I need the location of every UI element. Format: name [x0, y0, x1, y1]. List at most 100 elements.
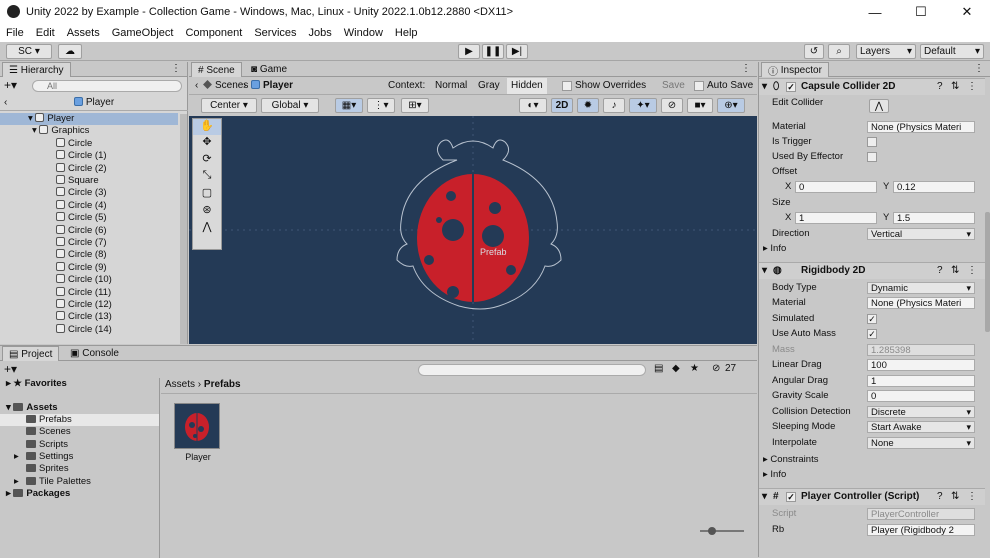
linear-drag-field[interactable]: 100 — [867, 359, 975, 371]
toggle-2d-button[interactable]: 2D — [551, 98, 573, 113]
tab-game[interactable]: ◙ Game — [245, 62, 293, 77]
minimize-button[interactable]: — — [852, 0, 898, 24]
search-icon[interactable]: ⌕ — [828, 44, 850, 59]
direction-dropdown[interactable]: Vertical — [867, 228, 975, 240]
hierarchy-item[interactable]: ▾ Player — [0, 113, 178, 125]
hidden-count-icon[interactable]: ⊘ — [712, 363, 720, 374]
offset-y-field[interactable]: 0.12 — [893, 181, 975, 193]
body-type-dropdown[interactable]: Dynamic — [867, 282, 975, 294]
edit-collider-tool-icon[interactable]: ⋀ — [193, 220, 221, 237]
component-menu-icon[interactable]: ⋮ — [967, 79, 977, 95]
expand-arrow-icon[interactable]: ▸ — [14, 451, 19, 463]
layers-dropdown[interactable]: Layers ▾ — [856, 44, 916, 59]
hidden-objects-icon[interactable]: ⊘ — [661, 98, 683, 113]
layout-dropdown[interactable]: Default ▾ — [920, 44, 984, 59]
cloud-icon[interactable]: ☁ — [58, 44, 82, 59]
tab-scene[interactable]: # Scene — [191, 62, 242, 77]
used-by-effector-checkbox[interactable] — [867, 152, 877, 162]
capsule-material-field[interactable]: None (Physics Materi — [867, 121, 975, 133]
hierarchy-item[interactable]: ▾ Graphics — [32, 125, 168, 137]
help-icon[interactable]: ? — [937, 489, 943, 505]
menu-window[interactable]: Window — [338, 27, 389, 39]
menu-assets[interactable]: Assets — [61, 27, 106, 39]
expand-arrow-icon[interactable]: ▾ — [28, 113, 35, 124]
controller-enabled-checkbox[interactable]: ✓ — [786, 492, 796, 502]
folder-prefabs[interactable]: Prefabs — [0, 414, 159, 426]
player-controller-header[interactable]: ▾ # ✓ Player Controller (Script) ? ⇅ ⋮ — [759, 488, 985, 505]
hierarchy-item[interactable]: Circle (13) — [56, 311, 178, 323]
edit-collider-button[interactable]: ⋀ — [869, 99, 889, 113]
hierarchy-item[interactable]: Circle (10) — [56, 274, 178, 286]
size-y-field[interactable]: 1.5 — [893, 212, 975, 224]
breadcrumb-prefabs[interactable]: Prefabs — [204, 379, 241, 390]
breadcrumb-assets[interactable]: Assets — [165, 379, 195, 390]
close-button[interactable]: ✕ — [944, 0, 990, 24]
asset-player-prefab[interactable]: Player — [174, 403, 222, 463]
grid-snap-icon[interactable]: ▦▾ — [335, 98, 363, 113]
folder-scripts[interactable]: Scripts — [0, 439, 159, 451]
account-dropdown[interactable]: SC ▾ — [6, 44, 52, 59]
folder-tile-palettes[interactable]: ▸ Tile Palettes — [0, 476, 159, 488]
folder-sprites[interactable]: Sprites — [0, 463, 159, 475]
pause-button[interactable]: ❚❚ — [482, 44, 504, 59]
save-button[interactable]: Save — [662, 78, 685, 94]
collapse-arrow-icon[interactable]: ▾ — [762, 489, 767, 505]
menu-component[interactable]: Component — [179, 27, 248, 39]
use-auto-mass-checkbox[interactable]: ✓ — [867, 329, 877, 339]
audio-icon[interactable]: ♪ — [603, 98, 625, 113]
hierarchy-item[interactable]: Circle (11) — [56, 286, 178, 299]
more-options-icon[interactable]: ⋮ — [974, 63, 984, 74]
snap-increment-icon[interactable]: ⋮▾ — [367, 98, 395, 113]
auto-save-checkbox[interactable] — [694, 81, 704, 91]
rotate-tool-icon[interactable]: ⟳ — [193, 152, 221, 169]
sleeping-mode-dropdown[interactable]: Start Awake — [867, 421, 975, 433]
folder-settings[interactable]: ▸ Settings — [0, 451, 159, 463]
pivot-dropdown[interactable]: Center ▾ — [201, 98, 257, 113]
hierarchy-scrollbar[interactable] — [180, 114, 187, 344]
rb-info-foldout[interactable]: ▸ Info — [763, 468, 786, 482]
more-options-icon[interactable]: ⋮ — [171, 63, 181, 74]
tab-hierarchy[interactable]: ☰ Hierarchy — [2, 62, 71, 77]
lighting-icon[interactable]: ✹ — [577, 98, 599, 113]
mode-hidden[interactable]: Hidden — [507, 78, 547, 94]
constraints-foldout[interactable]: ▸ Constraints — [763, 453, 818, 467]
favorite-icon[interactable]: ★ — [690, 363, 699, 374]
size-x-field[interactable]: 1 — [795, 212, 877, 224]
ladybug-sprite[interactable] — [396, 139, 562, 310]
hierarchy-item[interactable]: Circle (7) — [56, 237, 178, 249]
zoom-slider[interactable] — [700, 527, 744, 535]
maximize-button[interactable]: ☐ — [898, 0, 944, 24]
collapse-arrow-icon[interactable]: ▾ — [762, 263, 767, 279]
tab-project[interactable]: ▤ Project — [2, 346, 60, 361]
collision-detection-dropdown[interactable]: Discrete — [867, 406, 975, 418]
effects-icon[interactable]: ✦▾ — [629, 98, 657, 113]
tree-packages[interactable]: ▸ Packages — [6, 488, 70, 500]
inspector-scrollbar[interactable] — [985, 212, 990, 332]
capsule-info-foldout[interactable]: ▸ Info — [763, 242, 786, 256]
preset-icon[interactable]: ⇅ — [951, 489, 959, 505]
menu-edit[interactable]: Edit — [30, 27, 61, 39]
filter-label-icon[interactable]: ◆ — [672, 363, 680, 374]
space-dropdown[interactable]: Global ▾ — [261, 98, 319, 113]
capsule-collider-header[interactable]: ▾ ⬯ ✓ Capsule Collider 2D ? ⇅ ⋮ — [759, 78, 985, 95]
transform-tool-icon[interactable]: ⊛ — [193, 203, 221, 220]
preset-icon[interactable]: ⇅ — [951, 79, 959, 95]
rigidbody-header[interactable]: ▾ ◍ Rigidbody 2D ? ⇅ ⋮ — [759, 262, 985, 279]
tab-console[interactable]: ▣ Console — [64, 346, 125, 361]
step-button[interactable]: ▶| — [506, 44, 528, 59]
folder-scenes[interactable]: Scenes — [0, 426, 159, 438]
hierarchy-item[interactable]: Circle (5) — [56, 212, 178, 224]
hierarchy-item[interactable]: Circle (4) — [56, 199, 178, 212]
rb-material-field[interactable]: None (Physics Materi — [867, 297, 975, 309]
component-menu-icon[interactable]: ⋮ — [967, 489, 977, 505]
expand-arrow-icon[interactable]: ▾ — [32, 125, 39, 136]
menu-help[interactable]: Help — [389, 27, 424, 39]
is-trigger-checkbox[interactable] — [867, 137, 877, 147]
mode-normal[interactable]: Normal — [435, 78, 467, 94]
hierarchy-item[interactable]: Circle (9) — [56, 261, 178, 274]
hierarchy-item[interactable]: Circle — [56, 137, 178, 150]
filter-type-icon[interactable]: ▤ — [654, 363, 663, 374]
simulated-checkbox[interactable]: ✓ — [867, 314, 877, 324]
draw-mode-icon[interactable]: ◐▾ — [519, 98, 547, 113]
menu-services[interactable]: Services — [248, 27, 302, 39]
